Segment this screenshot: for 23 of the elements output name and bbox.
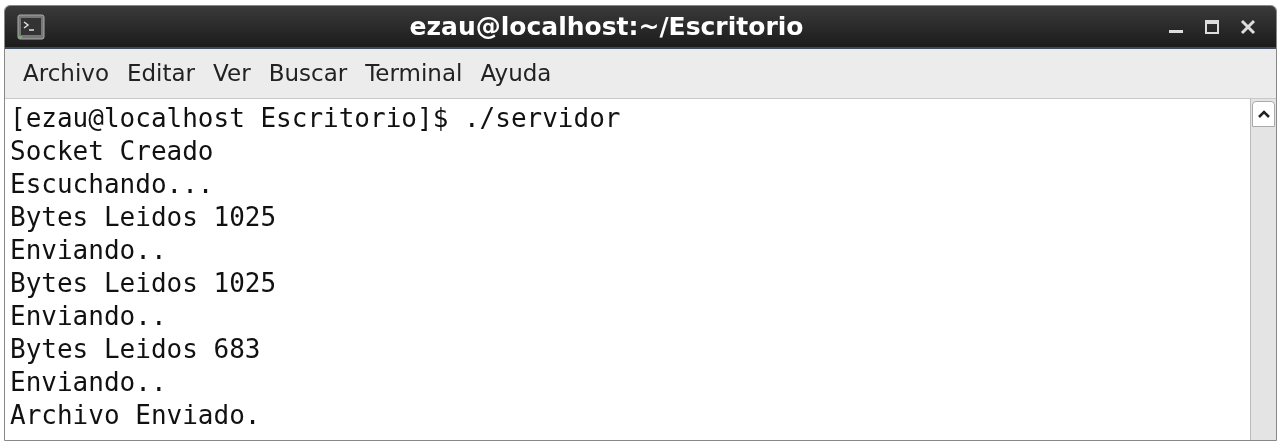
menu-item[interactable]: Archivo [15, 56, 117, 91]
window-title: ezau@localhost:~/Escritorio [409, 10, 804, 43]
terminal-line: Bytes Leidos 683 [10, 333, 261, 366]
terminal-line: Enviando.. [10, 234, 167, 267]
close-icon[interactable] [1240, 18, 1256, 35]
terminal-line: Enviando.. [10, 366, 167, 399]
terminal-line: Bytes Leidos 1025 [10, 267, 277, 300]
terminal-icon [17, 13, 45, 40]
menu-item[interactable]: Ver [205, 56, 259, 91]
terminal-line: Archivo Enviado. [10, 399, 261, 432]
menu-item[interactable]: Ayuda [472, 56, 560, 91]
terminal-line: [ezau@localhost Escritorio]$ ./servidor [10, 102, 621, 135]
terminal-line: Bytes Leidos 1025 [10, 201, 277, 234]
maximize-icon[interactable] [1204, 18, 1220, 35]
terminal-line: Socket Creado [10, 135, 214, 168]
menu-item[interactable]: Editar [119, 56, 204, 91]
terminal-line: Escuchando... [10, 168, 214, 201]
caret-up-icon [1257, 110, 1270, 118]
menu-item[interactable]: Buscar [260, 56, 356, 91]
scrollbar[interactable] [1250, 99, 1276, 440]
scroll-up-button[interactable] [1252, 101, 1275, 127]
menu-item[interactable]: Terminal [357, 56, 471, 91]
terminal-line: Enviando.. [10, 300, 167, 333]
